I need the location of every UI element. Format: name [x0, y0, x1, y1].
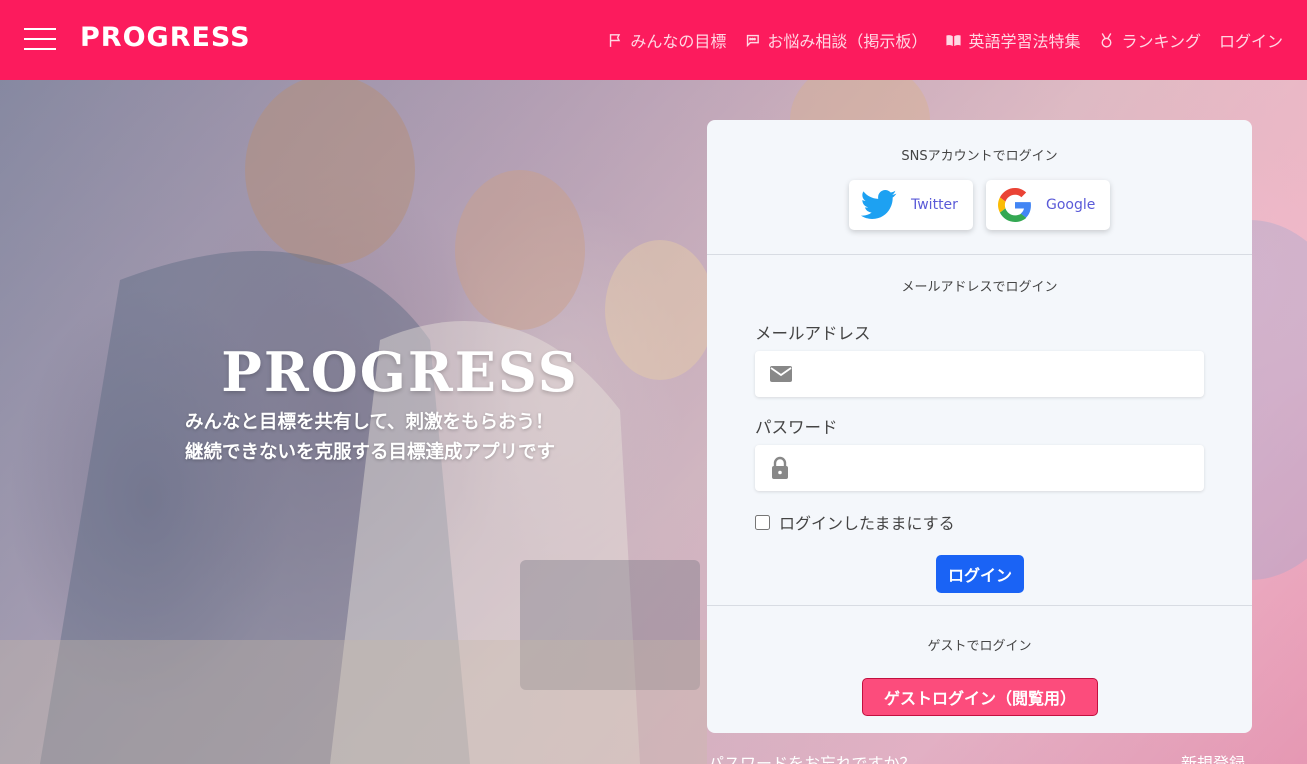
google-icon	[998, 188, 1031, 222]
remember-me: ログインしたままにする	[755, 510, 955, 534]
guest-login-label: ゲストでログイン	[927, 639, 1032, 654]
login-button[interactable]: ログイン	[936, 555, 1024, 593]
signup-link[interactable]: 新規登録	[1181, 750, 1245, 764]
login-card: SNSアカウントでログイン Twitter Google メールアドレスでログイ…	[707, 120, 1252, 733]
nav-link-ranking[interactable]: ランキング	[1098, 28, 1201, 52]
nav-link-goals[interactable]: みんなの目標	[607, 28, 726, 52]
password-label: パスワード	[755, 418, 838, 437]
guest-login-button[interactable]: ゲストログイン（閲覧用）	[862, 678, 1098, 716]
email-field[interactable]	[755, 351, 1204, 397]
email-input-box	[755, 351, 1204, 397]
password-field[interactable]	[755, 445, 1204, 491]
hero-copy: PROGRESS みんなと目標を共有して、刺激をもらおう！ 継続できないを克服す…	[185, 340, 615, 468]
remember-me-label: ログインしたままにする	[779, 514, 955, 533]
google-label: Google	[1046, 197, 1096, 213]
sns-buttons: Twitter Google	[849, 180, 1110, 230]
book-icon	[946, 34, 962, 46]
nav-link-label: 英語学習法特集	[968, 32, 1081, 51]
sns-login-label: SNSアカウントでログイン	[901, 149, 1058, 164]
hero-subtitle-line1: みんなと目標を共有して、刺激をもらおう！	[185, 412, 554, 433]
divider	[707, 254, 1252, 255]
mail-login-label: メールアドレスでログイン	[901, 280, 1058, 295]
medal-icon	[1101, 32, 1112, 48]
twitter-label: Twitter	[911, 197, 958, 213]
nav-link-label: ランキング	[1121, 32, 1201, 51]
nav-links: みんなの目標 お悩み相談（掲示板） 英語学習法特集 ランキング ログイン	[607, 0, 1283, 80]
twitter-icon	[861, 190, 897, 219]
password-input-box	[755, 445, 1204, 491]
google-login-button[interactable]: Google	[986, 180, 1110, 230]
nav-link-label: みんなの目標	[630, 32, 727, 51]
chat-icon	[747, 34, 760, 47]
nav-link-forum[interactable]: お悩み相談（掲示板）	[744, 28, 927, 52]
envelope-icon	[770, 366, 792, 382]
top-navbar: PROGRESS みんなの目標 お悩み相談（掲示板） 英語学習法特集 ランキング…	[0, 0, 1307, 80]
remember-me-checkbox[interactable]	[755, 514, 770, 530]
brand-logo[interactable]: PROGRESS	[80, 22, 251, 53]
nav-link-label: お悩み相談（掲示板）	[767, 32, 928, 51]
twitter-login-button[interactable]: Twitter	[849, 180, 973, 230]
hero-subtitle-line2: 継続できないを克服する目標達成アプリです	[185, 442, 556, 463]
nav-link-login[interactable]: ログイン	[1219, 28, 1283, 52]
email-label: メールアドレス	[755, 324, 871, 343]
flag-icon	[610, 33, 621, 47]
nav-link-english[interactable]: 英語学習法特集	[945, 28, 1080, 52]
lock-icon	[772, 456, 788, 479]
nav-link-label: ログイン	[1218, 32, 1283, 51]
hamburger-menu-icon[interactable]	[24, 27, 56, 51]
forgot-password-link[interactable]: パスワードをお忘れですか？	[708, 750, 916, 764]
divider	[707, 605, 1252, 606]
hero-title: PROGRESS	[221, 340, 579, 404]
